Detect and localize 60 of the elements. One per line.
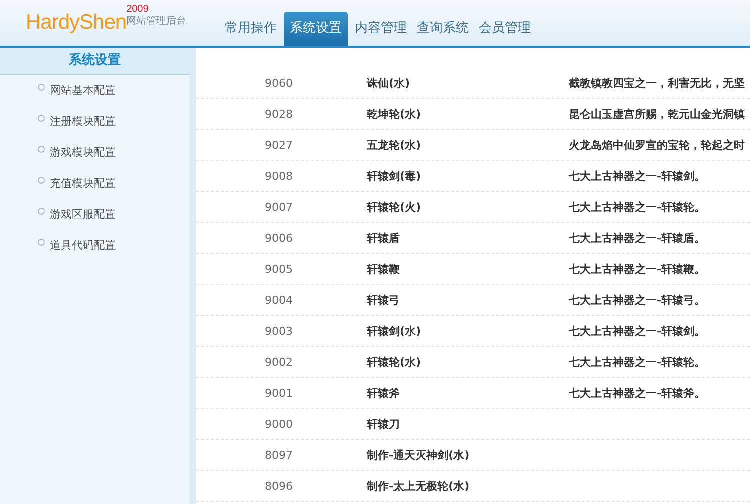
- table-cell-text: 乾坤轮(水): [367, 106, 422, 122]
- table-cell-text: 轩辕剑(水): [367, 324, 422, 338]
- table-cell-text: 9027: [265, 138, 294, 152]
- sidebar-link[interactable]: 充值模块配置: [50, 176, 116, 191]
- nav-tab[interactable]: 系统设置: [284, 12, 348, 46]
- table-cell-text: 9008: [265, 170, 294, 182]
- table-cell-text: 轩辕弓: [367, 292, 401, 308]
- logo-text: HardyShen: [26, 10, 127, 36]
- nav-tab[interactable]: 内容管理: [352, 12, 410, 46]
- table-cell-text: 9005: [265, 262, 294, 276]
- table-cell: 七大上古神器之一-轩辕轮。: [569, 354, 706, 370]
- circle-bullet-icon: [38, 208, 45, 215]
- sidebar-title: 系统设置: [0, 48, 190, 75]
- table-cell-text: 9028: [265, 108, 294, 120]
- table-cell-text: 轩辕鞭: [367, 262, 401, 276]
- table-cell-text: 9001: [265, 386, 294, 400]
- table-cell-text: 轩辕刀: [367, 416, 401, 432]
- table-cell-text: 五龙轮(水): [367, 138, 422, 152]
- table-cell: 七大上古神器之一-轩辕斧。: [569, 386, 706, 400]
- circle-bullet-icon: [38, 177, 45, 184]
- circle-bullet-icon: [38, 146, 45, 153]
- table-cell-text: 9002: [265, 356, 294, 368]
- table-cell: 七大上古神器之一-轩辕剑。: [569, 168, 706, 184]
- table-cell: 火龙岛焰中仙罗宣的宝轮，轮起之时: [569, 138, 745, 152]
- table-cell-text: 8096: [265, 480, 294, 492]
- table-cell: 七大上古神器之一-轩辕剑。: [569, 324, 706, 338]
- table-cell: 七大上古神器之一-轩辕弓。: [569, 292, 706, 308]
- sidebar-link[interactable]: 注册模块配置: [50, 114, 116, 129]
- table-cell: 七大上古神器之一-轩辕轮。: [569, 200, 706, 214]
- nav-tab[interactable]: 常用操作: [222, 12, 280, 46]
- table-cell-text: 8097: [265, 448, 294, 462]
- logo-year: 2009: [126, 4, 150, 15]
- sidebar-link[interactable]: 游戏区服配置: [50, 207, 116, 222]
- sidebar-link[interactable]: 网站基本配置: [50, 83, 116, 98]
- table-cell: 七大上古神器之一-轩辕鞭。: [569, 262, 706, 276]
- table-cell-text: 制作-通天灭神剑(水): [367, 448, 471, 462]
- sidebar-link[interactable]: 游戏模块配置: [50, 145, 116, 160]
- circle-bullet-icon: [38, 84, 45, 91]
- table-cell-text: 轩辕轮(火): [367, 200, 422, 214]
- table-cell-text: 诛仙(水): [367, 76, 412, 90]
- table-cell-text: 9060: [265, 76, 294, 90]
- table-cell-text: 9006: [265, 232, 294, 244]
- table-cell-text: 轩辕剑(毒): [367, 168, 422, 184]
- table-cell-text: 9004: [265, 294, 294, 306]
- circle-bullet-icon: [38, 239, 45, 246]
- table-cell: 截教镇教四宝之一，利害无比，无坚: [569, 76, 745, 90]
- sidebar-link[interactable]: 道具代码配置: [50, 238, 116, 253]
- table-cell: 七大上古神器之一-轩辕盾。: [569, 230, 706, 246]
- table-cell: 昆仑山玉虚宫所赐，乾元山金光洞镇: [569, 106, 745, 122]
- nav-tab[interactable]: 会员管理: [476, 12, 534, 46]
- logo-subtitle: 网站管理后台: [126, 15, 187, 28]
- table-cell-text: 轩辕斧: [367, 386, 401, 400]
- table-cell-text: 轩辕盾: [367, 230, 401, 246]
- table-cell-text: 9000: [265, 418, 294, 430]
- table-cell-text: 制作-太上无极轮(水): [367, 478, 471, 494]
- table-cell-text: 9003: [265, 324, 294, 338]
- circle-bullet-icon: [38, 115, 45, 122]
- table-cell-text: 9007: [265, 200, 294, 214]
- table-cell-text: 轩辕轮(水): [367, 354, 422, 370]
- nav-tab[interactable]: 查询系统: [414, 12, 472, 46]
